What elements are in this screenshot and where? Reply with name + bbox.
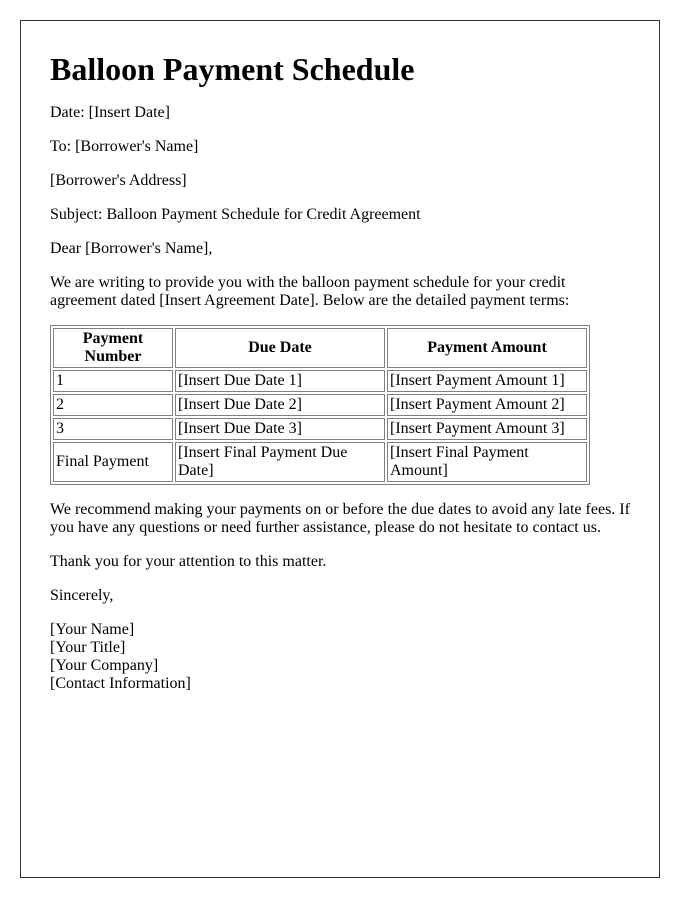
signature-block: [Your Name] [Your Title] [Your Company] …	[50, 621, 630, 693]
valediction: Sincerely,	[50, 587, 114, 604]
header-payment-number: Payment Number	[53, 328, 173, 368]
header-payment-amount: Payment Amount	[387, 328, 587, 368]
cell-due-date: [Insert Due Date 3]	[175, 418, 385, 440]
cell-due-date: [Insert Due Date 2]	[175, 394, 385, 416]
cell-payment-amount: [Insert Payment Amount 1]	[387, 370, 587, 392]
subject-line: Subject: Balloon Payment Schedule for Cr…	[50, 206, 421, 223]
cell-payment-number: 1	[53, 370, 173, 392]
cell-payment-number: Final Payment	[53, 442, 173, 482]
cell-payment-amount: [Insert Final Payment Amount]	[387, 442, 587, 482]
cell-payment-amount: [Insert Payment Amount 3]	[387, 418, 587, 440]
page-title: Balloon Payment Schedule	[50, 51, 415, 87]
table-row: 2 [Insert Due Date 2] [Insert Payment Am…	[53, 394, 587, 416]
address-line: [Borrower's Address]	[50, 172, 187, 189]
signature-company: [Your Company]	[50, 657, 159, 674]
closing-paragraph: We recommend making your payments on or …	[50, 501, 630, 536]
letter-page: Balloon Payment Schedule Date: [Insert D…	[20, 20, 660, 878]
header-due-date: Due Date	[175, 328, 385, 368]
salutation: Dear [Borrower's Name],	[50, 240, 213, 257]
cell-due-date: [Insert Due Date 1]	[175, 370, 385, 392]
cell-due-date: [Insert Final Payment Due Date]	[175, 442, 385, 482]
payment-schedule-table: Payment Number Due Date Payment Amount 1…	[50, 325, 590, 485]
table-row: 1 [Insert Due Date 1] [Insert Payment Am…	[53, 370, 587, 392]
table-row: Final Payment [Insert Final Payment Due …	[53, 442, 587, 482]
table-header-row: Payment Number Due Date Payment Amount	[53, 328, 587, 368]
cell-payment-amount: [Insert Payment Amount 2]	[387, 394, 587, 416]
thanks-line: Thank you for your attention to this mat…	[50, 553, 327, 570]
cell-payment-number: 3	[53, 418, 173, 440]
signature-name: [Your Name]	[50, 621, 135, 638]
signature-contact: [Contact Information]	[50, 675, 191, 692]
table-row: 3 [Insert Due Date 3] [Insert Payment Am…	[53, 418, 587, 440]
date-line: Date: [Insert Date]	[50, 104, 170, 121]
intro-paragraph: We are writing to provide you with the b…	[50, 274, 570, 309]
cell-payment-number: 2	[53, 394, 173, 416]
signature-title: [Your Title]	[50, 639, 126, 656]
recipient-line: To: [Borrower's Name]	[50, 138, 199, 155]
